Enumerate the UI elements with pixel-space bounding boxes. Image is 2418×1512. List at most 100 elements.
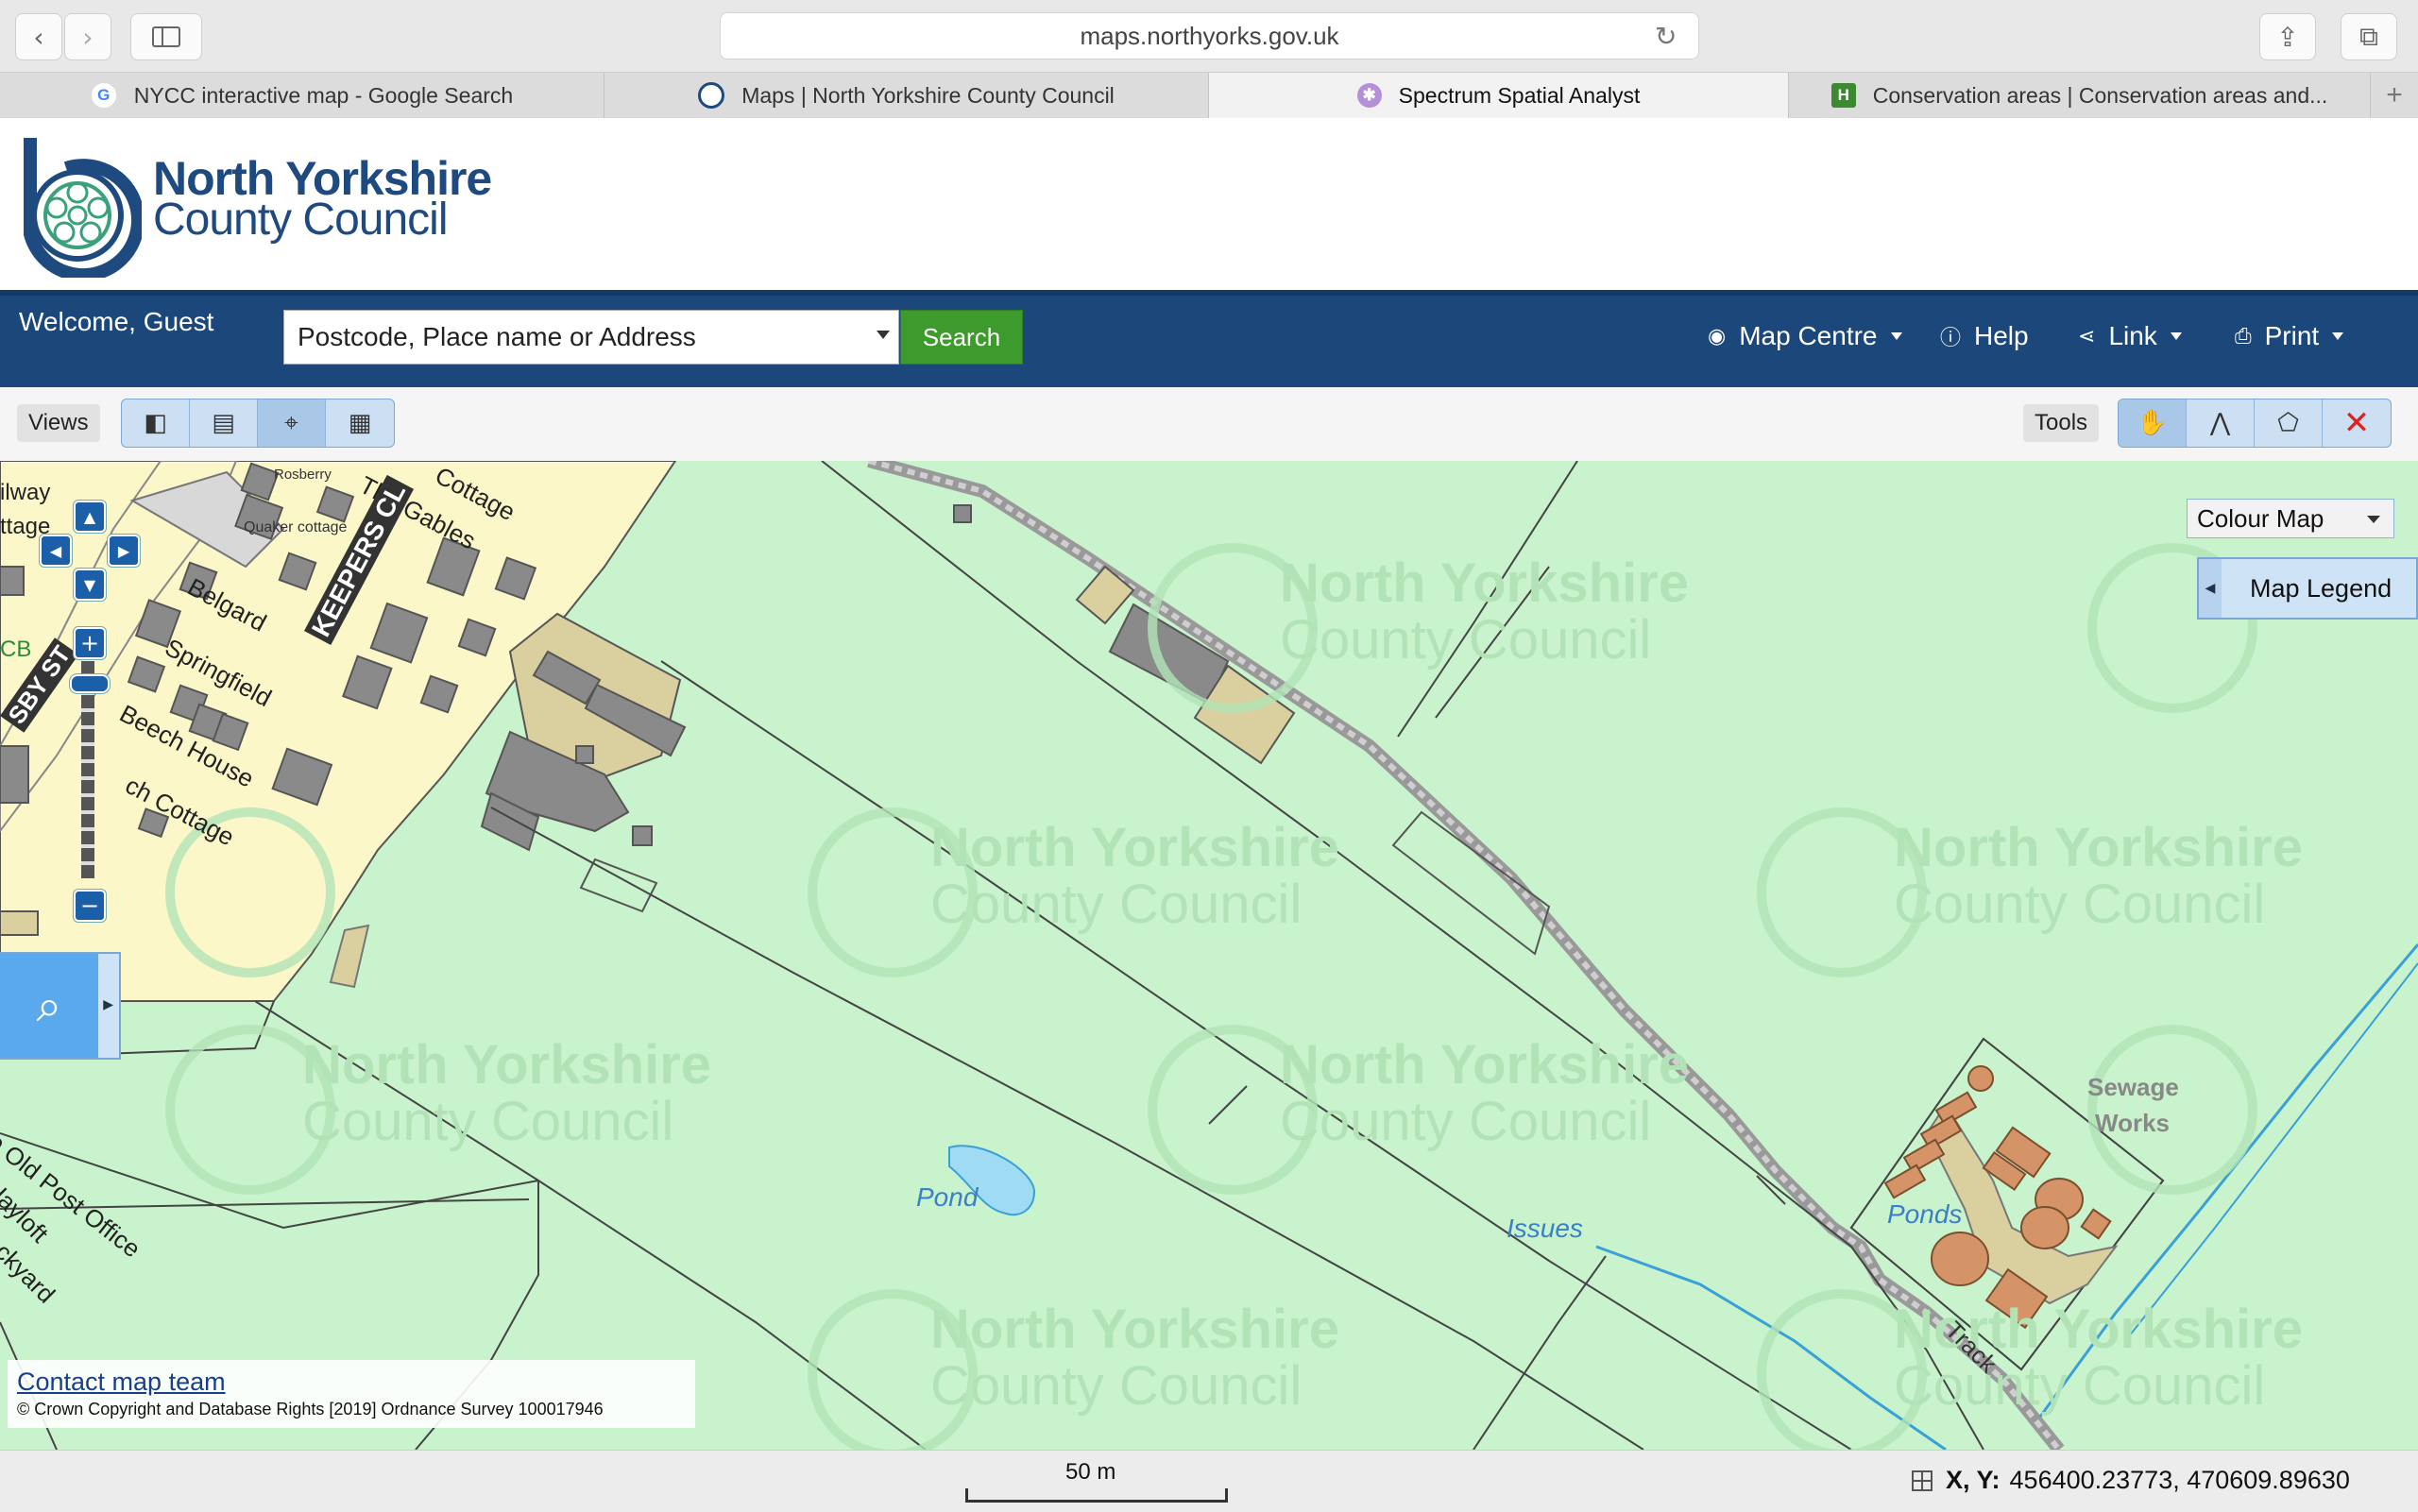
search-results-panel-toggle[interactable]: ⌕ ▶	[0, 952, 121, 1060]
watermark: North Yorkshire County Council	[1894, 817, 2303, 935]
chevron-up-icon: ▲	[83, 507, 96, 526]
search-dropdown-icon[interactable]	[877, 331, 890, 339]
printer-icon: ⎙	[2235, 324, 2252, 348]
grid-icon	[1912, 1470, 1933, 1491]
view-sidebar-button[interactable]: ◧	[122, 399, 190, 447]
map-label-pond: Pond	[916, 1182, 979, 1212]
print-menu[interactable]: ⎙ Print	[2235, 321, 2344, 351]
pan-up-button[interactable]: ▲	[74, 501, 106, 533]
watermark: North Yorkshire County Council	[930, 817, 1339, 935]
clear-button[interactable]: ✕	[2323, 399, 2391, 447]
map-centre-label: Map Centre	[1739, 321, 1878, 350]
plus-icon: +	[79, 630, 100, 656]
pan-tool-button[interactable]: ✋	[2119, 399, 2187, 447]
search-placeholder: Postcode, Place name or Address	[298, 322, 696, 351]
link-label: Link	[2108, 321, 2157, 350]
measure-area-button[interactable]: ⬠	[2255, 399, 2323, 447]
google-icon: G	[90, 82, 117, 109]
new-tab-button[interactable]: +	[2371, 73, 2418, 118]
tab-conservation-areas[interactable]: H Conservation areas | Conservation area…	[1789, 73, 2371, 118]
view-map-button[interactable]: ⌖	[258, 399, 326, 447]
pan-zoom-control: ▲ ◀ ▶ ▼ + −	[34, 493, 147, 946]
watermark: North Yorkshire County Council	[1894, 1299, 2303, 1417]
map-label-sewage: Sewage	[2087, 1073, 2179, 1101]
search-button[interactable]: Search	[900, 310, 1023, 365]
colour-map-select[interactable]: Colour Map	[2187, 499, 2394, 538]
copyright-text: © Crown Copyright and Database Rights [2…	[17, 1400, 604, 1419]
back-button[interactable]: ‹	[15, 13, 62, 60]
map-label-works: Works	[2095, 1109, 2170, 1137]
watermark: North Yorkshire County Council	[930, 1299, 1339, 1417]
map-label-ponds: Ponds	[1887, 1199, 1963, 1229]
link-menu[interactable]: ⋖ Link	[2078, 321, 2182, 351]
help-menu[interactable]: ⓘ Help	[1940, 321, 2029, 351]
address-bar[interactable]: maps.northyorks.gov.uk	[720, 12, 1699, 59]
table-icon: ▦	[348, 409, 372, 437]
sidebar-icon	[152, 26, 180, 47]
chevron-right-icon: ▶	[117, 541, 130, 560]
view-table-button[interactable]: ▦	[326, 399, 394, 447]
polygon-icon: ⬠	[2277, 409, 2299, 437]
pan-down-button[interactable]: ▼	[74, 569, 106, 601]
view-panel-button[interactable]: ▤	[190, 399, 258, 447]
nycc-logo-icon[interactable]	[11, 130, 142, 278]
info-icon: ⓘ	[1940, 327, 1962, 350]
tabs-overview-button[interactable]: ⧉	[2341, 13, 2397, 60]
scale-label: 50 m	[1065, 1459, 1116, 1485]
tab-label: Spectrum Spatial Analyst	[1398, 82, 1641, 108]
chevron-down-icon	[2367, 516, 2380, 523]
tab-nycc-maps[interactable]: Maps | North Yorkshire County Council	[604, 73, 1209, 118]
share-icon: ⋖	[2078, 324, 2096, 348]
map-label: Rosberry	[274, 467, 332, 483]
zoom-out-button[interactable]: −	[74, 890, 106, 922]
map-pin-icon: ⌖	[284, 408, 298, 437]
tab-label: NYCC interactive map - Google Search	[133, 82, 514, 108]
pan-right-button[interactable]: ▶	[108, 535, 140, 567]
map-label: CB	[0, 637, 32, 662]
views-label: Views	[17, 404, 100, 442]
reload-icon[interactable]: ↻	[1655, 21, 1677, 52]
chevron-down-icon: ▼	[83, 575, 96, 594]
watermark: North Yorkshire County Council	[302, 1034, 711, 1152]
logo-subtitle: County Council	[153, 195, 448, 245]
map-legend-toggle[interactable]: ◀ Map Legend	[2197, 557, 2418, 620]
chevron-left-icon: ‹	[33, 21, 44, 53]
tools-button-group: ✋ ⋀ ⬠ ✕	[2118, 399, 2392, 448]
tab-bar: G NYCC interactive map - Google Search M…	[0, 73, 2418, 119]
chevron-right-icon: ▶	[103, 997, 113, 1012]
tab-google-search[interactable]: G NYCC interactive map - Google Search	[0, 73, 604, 118]
measure-distance-button[interactable]: ⋀	[2187, 399, 2255, 447]
chevron-left-icon: ◀	[49, 541, 62, 560]
zoom-slider-handle[interactable]	[70, 674, 110, 693]
welcome-text: Welcome, Guest	[19, 307, 214, 336]
forward-button[interactable]: ›	[64, 13, 111, 60]
scale-bar	[965, 1488, 1228, 1503]
help-label: Help	[1974, 321, 2029, 350]
contact-map-team-link[interactable]: Contact map team	[17, 1368, 226, 1397]
tab-spectrum-spatial-analyst[interactable]: ✱ Spectrum Spatial Analyst	[1209, 73, 1789, 118]
zoom-in-button[interactable]: +	[74, 627, 106, 659]
tab-label: Maps | North Yorkshire County Council	[741, 82, 1115, 108]
layout-panel-icon: ▤	[212, 409, 235, 437]
sidebar-toggle-button[interactable]	[130, 13, 202, 60]
chevron-down-icon	[1890, 332, 1902, 340]
zoom-slider-track[interactable]	[81, 661, 94, 878]
tools-label: Tools	[2023, 404, 2100, 442]
hand-icon: ✋	[2137, 409, 2168, 437]
tabs-icon: ⧉	[2359, 21, 2378, 52]
pan-left-button[interactable]: ◀	[40, 535, 72, 567]
close-icon: ✕	[2342, 404, 2371, 442]
layout-sidebar-icon: ◧	[144, 409, 167, 437]
map-centre-menu[interactable]: ◉ Map Centre	[1708, 321, 1902, 351]
polyline-icon: ⋀	[2209, 409, 2231, 437]
minus-icon: −	[79, 892, 100, 919]
url-text: maps.northyorks.gov.uk	[1080, 21, 1339, 50]
search-input[interactable]: Postcode, Place name or Address	[283, 310, 899, 365]
chevron-left-icon: ◀	[2199, 559, 2222, 618]
tab-label: Conservation areas | Conservation areas …	[1872, 82, 2328, 108]
colour-map-label: Colour Map	[2197, 503, 2324, 533]
map-canvas[interactable]: North Yorkshire County Council North York…	[0, 461, 2418, 1450]
views-button-group: ◧ ▤ ⌖ ▦	[121, 399, 395, 448]
share-button[interactable]: ⇪	[2259, 13, 2316, 60]
nycc-logo-icon	[698, 82, 725, 109]
